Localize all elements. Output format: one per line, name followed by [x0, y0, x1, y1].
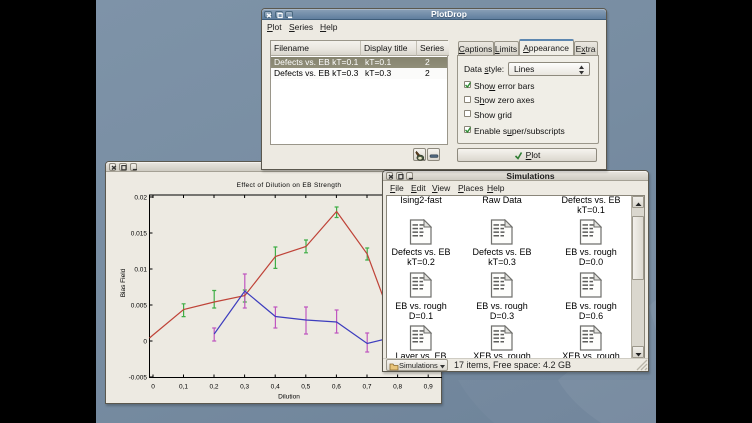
svg-text:0.01: 0.01: [134, 267, 147, 274]
svg-text:Bias Field: Bias Field: [120, 268, 127, 297]
svg-text:0,7: 0,7: [362, 384, 371, 391]
svg-text:0,1: 0,1: [179, 384, 188, 391]
svg-text:0,3: 0,3: [240, 384, 249, 391]
svg-text:0.02: 0.02: [134, 195, 147, 202]
svg-text:Effect of Dilution on EB Stren: Effect of Dilution on EB Strength: [237, 182, 342, 189]
svg-text:0.015: 0.015: [131, 231, 148, 238]
svg-text:0,4: 0,4: [271, 384, 280, 391]
svg-text:0,2: 0,2: [209, 384, 218, 391]
svg-text:0.005: 0.005: [131, 303, 148, 310]
svg-text:-0.005: -0.005: [129, 375, 148, 382]
svg-text:0: 0: [151, 384, 155, 391]
svg-text:0,6: 0,6: [332, 384, 341, 391]
svg-text:0,8: 0,8: [393, 384, 402, 391]
svg-text:0,5: 0,5: [301, 384, 310, 391]
svg-text:0,9: 0,9: [424, 384, 433, 391]
svg-text:Dilution: Dilution: [278, 394, 300, 401]
svg-text:0: 0: [143, 339, 147, 346]
